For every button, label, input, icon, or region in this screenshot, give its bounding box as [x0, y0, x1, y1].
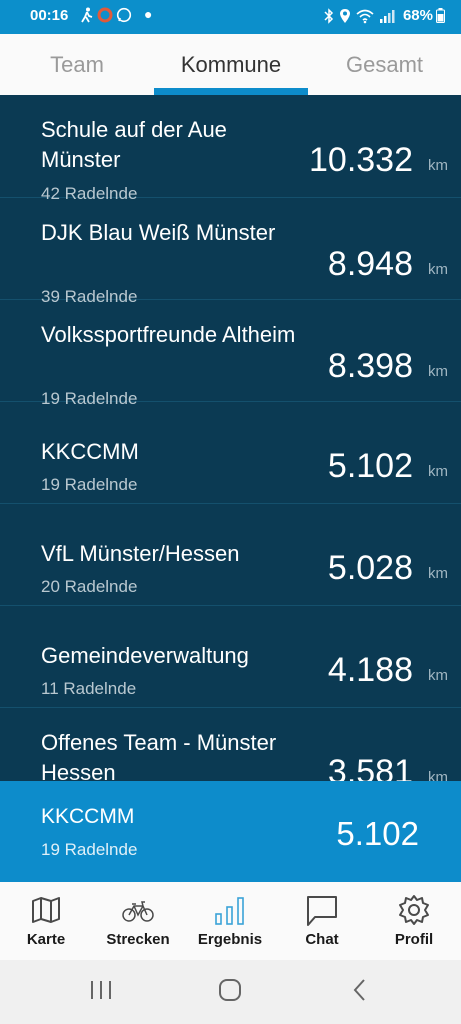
team-distance: 10.332	[309, 141, 413, 179]
team-name: VfL Münster/Hessen	[41, 541, 240, 566]
active-tab-indicator	[154, 88, 308, 95]
battery-icon	[436, 8, 445, 23]
map-icon	[32, 897, 60, 923]
nav-label: Strecken	[106, 931, 170, 948]
bluetooth-icon	[324, 8, 334, 24]
nav-strecken[interactable]: Strecken	[92, 882, 184, 960]
more-notifications-icon: ●	[144, 6, 153, 22]
whatsapp-icon	[116, 7, 132, 23]
distance-unit: km	[428, 769, 448, 781]
battery-indicator: 68%	[403, 7, 445, 24]
tab-bar: Team Kommune Gesamt	[0, 34, 461, 95]
team-name: Volkssportfreunde Altheim	[41, 322, 296, 347]
battery-percent: 68%	[402, 7, 433, 24]
list-item[interactable]: VfL Münster/Hessen 20 Radelnde 5.028 km	[0, 503, 461, 606]
team-distance: 4.188	[327, 651, 413, 689]
distance-unit: km	[428, 565, 448, 582]
recents-button[interactable]	[88, 976, 114, 1004]
own-team-row[interactable]: KKCCMM 19 Radelnde 5.102	[0, 781, 461, 882]
nav-ergebnis[interactable]: Ergebnis	[184, 882, 276, 960]
gear-icon	[399, 895, 429, 925]
distance-unit: km	[428, 463, 448, 480]
tab-kommune[interactable]: Kommune	[154, 34, 308, 95]
status-bar: 00:16 ● 68%	[0, 0, 461, 34]
team-name: Gemeindeverwaltung	[41, 643, 249, 668]
location-icon	[340, 9, 350, 23]
own-team-distance: 5.102	[336, 815, 419, 852]
clock: 00:16	[30, 7, 69, 24]
list-item[interactable]: DJK Blau Weiß Münster 39 Radelnde 8.948 …	[0, 197, 461, 306]
rider-count: 19 Radelnde	[41, 475, 138, 494]
team-name: Offenes Team - Münster Hessen	[41, 730, 277, 781]
rider-count: 11 Radelnde	[41, 679, 137, 698]
rider-count: 20 Radelnde	[41, 577, 138, 596]
team-distance: 8.948	[327, 245, 413, 283]
own-team-name: KKCCMM	[41, 805, 135, 828]
nav-label: Karte	[26, 931, 66, 948]
walking-icon	[81, 7, 93, 23]
nav-chat[interactable]: Chat	[276, 882, 368, 960]
team-distance: 5.102	[327, 447, 413, 485]
wifi-icon	[356, 9, 374, 24]
team-name: Schule auf der Aue Münster	[41, 117, 227, 172]
distance-unit: km	[428, 261, 448, 278]
tab-team[interactable]: Team	[0, 34, 154, 95]
back-icon	[353, 979, 365, 1001]
own-team-rider-count: 19 Radelnde	[41, 840, 138, 859]
home-icon	[219, 979, 241, 1001]
ranking-list[interactable]: Schule auf der Aue Münster 42 Radelnde 1…	[0, 95, 461, 781]
list-item[interactable]: KKCCMM 19 Radelnde 5.102 km	[0, 401, 461, 504]
list-item[interactable]: Volkssportfreunde Altheim 19 Radelnde 8.…	[0, 299, 461, 408]
recents-icon	[91, 981, 111, 999]
nav-label: Chat	[305, 931, 339, 948]
system-navigation-bar	[0, 960, 461, 1024]
team-distance: 8.398	[327, 347, 413, 385]
team-name: DJK Blau Weiß Münster	[41, 220, 276, 245]
ring-icon	[97, 7, 113, 23]
nav-label: Ergebnis	[197, 931, 263, 948]
home-button[interactable]	[217, 976, 243, 1004]
team-distance: 3.581	[327, 753, 413, 781]
list-item[interactable]: Schule auf der Aue Münster 42 Radelnde 1…	[0, 95, 461, 203]
nav-label: Profil	[394, 931, 434, 948]
distance-unit: km	[428, 667, 448, 684]
tab-gesamt[interactable]: Gesamt	[308, 34, 461, 95]
bottom-navigation: Karte Strecken Ergebnis Chat Profil	[0, 882, 461, 960]
distance-unit: km	[428, 157, 448, 174]
list-item[interactable]: Gemeindeverwaltung 11 Radelnde 4.188 km	[0, 605, 461, 708]
bike-icon	[122, 901, 154, 922]
nav-karte[interactable]: Karte	[0, 882, 92, 960]
chat-icon	[307, 896, 337, 926]
signal-icon	[380, 10, 395, 23]
nav-profil[interactable]: Profil	[368, 882, 460, 960]
team-distance: 5.028	[327, 549, 413, 587]
notification-icons	[80, 7, 132, 23]
bar-chart-icon	[215, 897, 244, 925]
team-name: KKCCMM	[41, 439, 139, 464]
distance-unit: km	[428, 363, 448, 380]
system-icons	[324, 8, 395, 24]
back-button[interactable]	[347, 976, 373, 1004]
list-item[interactable]: Offenes Team - Münster Hessen 3.581 km	[0, 707, 461, 781]
